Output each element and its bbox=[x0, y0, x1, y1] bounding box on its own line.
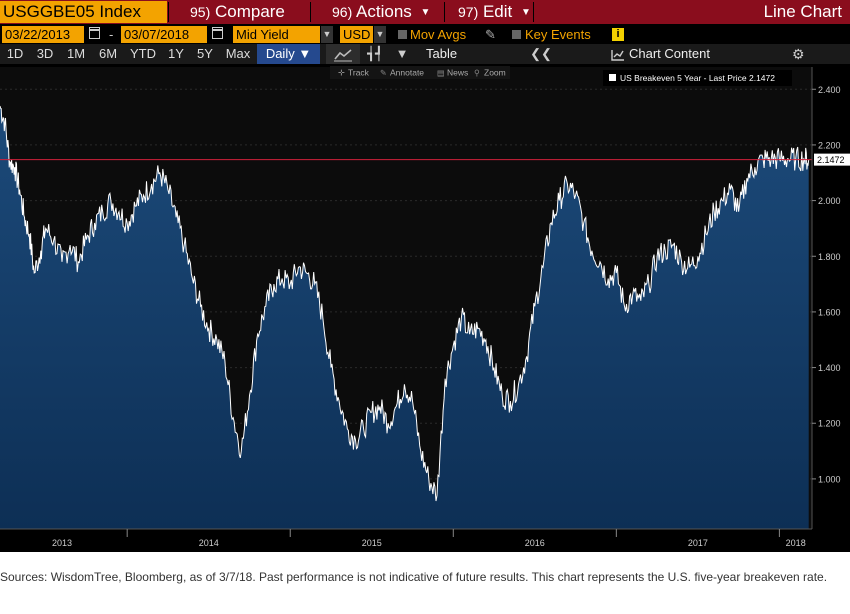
pencil-icon[interactable]: ✎ bbox=[485, 26, 496, 43]
bar-type-icon[interactable]: ┪┩ bbox=[364, 44, 386, 64]
mov-avgs-checkbox[interactable] bbox=[398, 30, 407, 39]
caret-down-icon: ▼ bbox=[521, 6, 531, 18]
legend-swatch bbox=[609, 74, 616, 81]
start-date-field[interactable]: 03/22/2013 bbox=[2, 26, 84, 43]
zoom-tool[interactable]: Zoom bbox=[484, 68, 506, 78]
frequency-select[interactable]: Daily ▼ bbox=[257, 44, 320, 64]
view-title: Line Chart bbox=[763, 2, 842, 21]
field-select[interactable]: Mid Yield bbox=[233, 26, 320, 43]
compare-number: 95) bbox=[190, 4, 211, 20]
range-5y[interactable]: 5Y bbox=[192, 44, 218, 64]
chart-content-icon[interactable] bbox=[608, 44, 628, 64]
table-button[interactable]: Table bbox=[426, 44, 457, 64]
y-tick-label: 1.600 bbox=[818, 307, 841, 317]
annotate-tool[interactable]: Annotate bbox=[390, 68, 424, 78]
end-date-field[interactable]: 03/07/2018 bbox=[121, 26, 207, 43]
edit-label: Edit bbox=[482, 2, 513, 21]
menu-separator bbox=[533, 2, 534, 22]
key-events-checkbox[interactable] bbox=[512, 30, 521, 39]
y-tick-label: 1.200 bbox=[818, 419, 841, 429]
caret-down-icon: ▼ bbox=[420, 6, 431, 18]
range-1y[interactable]: 1Y bbox=[164, 44, 188, 64]
x-tick-label: 2018 bbox=[786, 538, 806, 548]
info-icon[interactable]: i bbox=[612, 28, 624, 41]
field-dropdown-icon[interactable]: ▼ bbox=[321, 26, 333, 43]
x-tick-label: 2014 bbox=[199, 538, 219, 548]
date-range-dash: - bbox=[109, 27, 114, 42]
range-6m[interactable]: 6M bbox=[94, 44, 122, 64]
calendar-icon[interactable] bbox=[89, 27, 100, 39]
gear-icon[interactable]: ⚙ bbox=[792, 44, 805, 64]
menu-separator bbox=[168, 2, 169, 22]
menu-separator bbox=[444, 2, 445, 22]
ticker-field[interactable]: USGGBE05 Index bbox=[0, 1, 167, 23]
y-tick-label: 2.400 bbox=[818, 85, 841, 95]
range-max[interactable]: Max bbox=[222, 44, 254, 64]
menu-separator bbox=[310, 2, 311, 22]
legend-label: US Breakeven 5 Year - Last Price 2.1472 bbox=[620, 73, 775, 83]
y-tick-label: 2.000 bbox=[818, 196, 841, 206]
bloomberg-terminal: USGGBE05 Index 95) Compare 96) Actions ▼… bbox=[0, 0, 850, 552]
y-tick-label: 1.000 bbox=[818, 474, 841, 484]
actions-menu[interactable]: 96) Actions ▼ bbox=[332, 0, 430, 24]
mov-avgs-label[interactable]: Mov Avgs bbox=[410, 26, 466, 43]
range-1m[interactable]: 1M bbox=[62, 44, 90, 64]
actions-number: 96) bbox=[332, 4, 353, 20]
edit-number: 97) bbox=[458, 4, 479, 20]
range-1d[interactable]: 1D bbox=[2, 44, 28, 64]
y-tick-label: 2.200 bbox=[818, 140, 841, 150]
source-caption: Sources: WisdomTree, Bloomberg, as of 3/… bbox=[0, 570, 828, 584]
chart-type-dropdown-icon[interactable]: ▼ bbox=[394, 44, 410, 64]
last-price-label: 2.1472 bbox=[817, 155, 845, 165]
collapse-left-icon[interactable]: ❮❮ bbox=[530, 44, 552, 64]
news-tool[interactable]: News bbox=[447, 68, 468, 78]
title-bar: USGGBE05 Index 95) Compare 96) Actions ▼… bbox=[0, 0, 850, 24]
y-axis-background bbox=[812, 67, 850, 529]
x-tick-label: 2017 bbox=[688, 538, 708, 548]
track-icon: ✛ bbox=[338, 69, 345, 78]
chart-content-label[interactable]: Chart Content bbox=[629, 44, 710, 64]
compare-label: Compare bbox=[214, 2, 285, 21]
line-chart-icon[interactable] bbox=[326, 44, 360, 64]
parameter-bar: 03/22/2013 - 03/07/2018 Mid Yield ▼ USD … bbox=[0, 24, 850, 44]
range-ytd[interactable]: YTD bbox=[126, 44, 160, 64]
range-3d[interactable]: 3D bbox=[32, 44, 58, 64]
x-tick-label: 2015 bbox=[362, 538, 382, 548]
range-toolbar: 1D 3D 1M 6M YTD 1Y 5Y Max Daily ▼ ┪┩ ▼ T… bbox=[0, 44, 850, 64]
y-tick-label: 1.800 bbox=[818, 252, 841, 262]
zoom-icon: ⚲ bbox=[474, 69, 480, 78]
news-icon: ▤ bbox=[437, 69, 445, 78]
edit-menu[interactable]: 97) Edit ▼ bbox=[458, 0, 531, 24]
currency-dropdown-icon[interactable]: ▼ bbox=[374, 26, 386, 43]
chart-area[interactable]: 1.000 1.200 1.400 1.600 1.800 2.000 2.200 2.400… bbox=[0, 64, 850, 552]
compare-menu[interactable]: 95) Compare bbox=[190, 0, 285, 24]
track-tool[interactable]: Track bbox=[348, 68, 370, 78]
currency-field[interactable]: USD bbox=[340, 26, 373, 43]
y-tick-label: 1.400 bbox=[818, 363, 841, 373]
actions-label: Actions bbox=[356, 2, 412, 21]
x-tick-label: 2016 bbox=[525, 538, 545, 548]
key-events-label[interactable]: Key Events bbox=[525, 26, 591, 43]
calendar-icon[interactable] bbox=[212, 27, 223, 39]
annotate-icon: ✎ bbox=[380, 69, 387, 78]
x-tick-label: 2013 bbox=[52, 538, 72, 548]
